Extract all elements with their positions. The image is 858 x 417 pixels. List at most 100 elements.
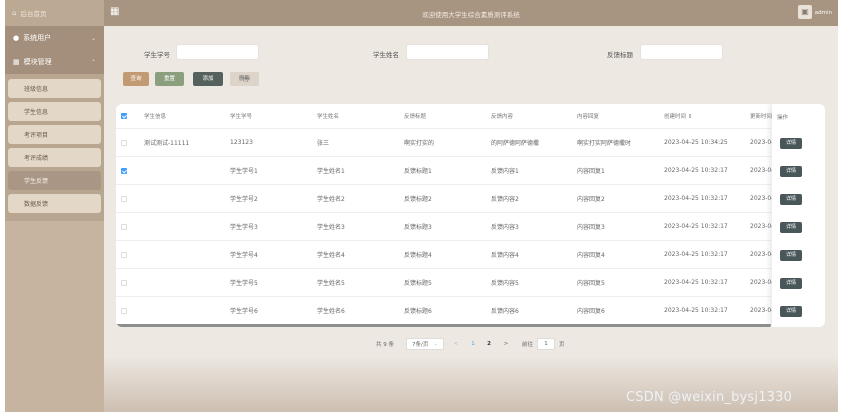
sidebar-group-modules[interactable]: ▦ 模块管理 ⌃	[5, 50, 104, 74]
sidebar-item-student-feedback[interactable]: 学生反馈	[8, 171, 101, 190]
horizontal-scrollbar[interactable]	[116, 324, 771, 327]
table-header-row: 学生信息 学生学号 学生姓名 反馈标题 反馈内容 内容回复 创建时间 ⇕ 更新时…	[116, 104, 773, 129]
detail-button[interactable]: 详情	[780, 194, 802, 205]
watermark: CSDN @weixin_bysj1330	[626, 390, 793, 405]
table-cell-created: 2023-04-25 10:32:17	[664, 251, 728, 258]
table-cell-created: 2023-04-25 10:32:17	[664, 307, 728, 314]
home-icon: ⌂	[12, 9, 17, 17]
sidebar-item-student-info[interactable]: 学生信息	[8, 102, 101, 121]
detail-button[interactable]: 详情	[780, 250, 802, 261]
table-cell-created: 2023-04-25 10:32:17	[664, 195, 728, 202]
column-header: 反馈内容	[491, 114, 514, 120]
table-cell-title: 反馈标题2	[404, 196, 432, 203]
column-header: 学生学号	[230, 114, 253, 120]
reset-button[interactable]: 重置	[155, 72, 184, 86]
table-row[interactable]: 学生学号6 学生姓名6 反馈标题6 反馈内容6 内容回复6 2023-04-25 10:3…	[116, 297, 775, 325]
detail-button[interactable]: 详情	[780, 138, 802, 149]
avatar[interactable]: ▣	[798, 5, 812, 19]
table-cell-reply: 啊实打实阿萨德撒时	[577, 140, 632, 147]
detail-button[interactable]: 详情	[780, 306, 802, 317]
main-content: 学生学号 学生姓名 反馈标题 查询 重置 添加 删除 ☝ 学生信息 学生学号 学…	[104, 26, 838, 412]
column-header: 操作	[777, 115, 789, 121]
table-cell-created: 2023-04-25 10:32:17	[664, 223, 728, 230]
select-all-checkbox[interactable]	[121, 113, 127, 119]
sidebar-group-label: 系统用户	[23, 34, 52, 42]
row-checkbox[interactable]	[121, 280, 127, 286]
table-cell-no: 学生学号4	[230, 252, 258, 259]
table-row[interactable]: 学生学号3 学生姓名3 反馈标题3 反馈内容3 内容回复3 2023-04-25 10:3…	[116, 213, 775, 241]
table-cell-reply: 内容回复4	[577, 252, 605, 259]
goto-page-input[interactable]: 1	[537, 338, 555, 350]
sidebar-home[interactable]: ⌂ 后台首页	[5, 0, 104, 26]
sidebar-item-data-feedback[interactable]: 数据反馈	[8, 194, 101, 213]
table-cell-created: 2023-04-25 10:34:25	[664, 139, 728, 146]
page-size-select[interactable]: 7条/页 ⌄	[406, 338, 444, 350]
table-cell-content: 反馈内容4	[491, 252, 519, 259]
table-cell-reply: 内容回复1	[577, 168, 605, 175]
table-cell-title: 反馈标题1	[404, 168, 432, 175]
top-header: ▦ 欢迎使用大学生综合素质测评系统 ▣ admin	[104, 0, 838, 26]
detail-button[interactable]: 详情	[780, 222, 802, 233]
sidebar-submenu: 班级信息 学生信息 考评项目 考评成绩 学生反馈 数据反馈	[5, 74, 104, 221]
table-cell-content: 反馈内容1	[491, 168, 519, 175]
page-number[interactable]: 2	[484, 338, 494, 350]
table-cell-info: 测试测试-11111	[144, 140, 190, 147]
search-button[interactable]: 查询	[123, 72, 149, 86]
row-checkbox[interactable]	[121, 196, 127, 202]
page-number-current[interactable]: 1	[468, 338, 478, 350]
row-checkbox[interactable]	[121, 168, 127, 174]
table-cell-no: 123123	[230, 139, 253, 146]
table-cell-content: 反馈内容5	[491, 280, 519, 287]
prev-page-button[interactable]: <	[451, 338, 461, 350]
table-cell-reply: 内容回复5	[577, 280, 605, 287]
student-name-input[interactable]	[406, 44, 489, 60]
column-header: 反馈标题	[404, 114, 427, 120]
table-cell-name: 学生姓名2	[317, 196, 345, 203]
mouse-pointer-icon: ☝	[243, 75, 249, 85]
column-header: 更新时间	[750, 114, 773, 120]
page-size-value: 7条/页	[412, 342, 429, 348]
sidebar-group-system-users[interactable]: ● 系统用户 ⌄	[5, 26, 104, 50]
table-cell-no: 学生学号6	[230, 308, 258, 315]
operations-column: 操作 详情 详情 详情 详情 详情 详情 详情	[772, 104, 825, 327]
table-cell-name: 学生姓名4	[317, 252, 345, 259]
username[interactable]: admin	[815, 10, 832, 16]
next-page-button[interactable]: >	[501, 338, 511, 350]
table-row[interactable]: 学生学号2 学生姓名2 反馈标题2 反馈内容2 内容回复2 2023-04-25 10:3…	[116, 185, 775, 213]
table-cell-name: 张三	[317, 140, 330, 147]
table-cell-created: 2023-04-25 10:32:17	[664, 167, 728, 174]
user-icon: ●	[13, 34, 20, 42]
student-no-label: 学生学号	[144, 51, 170, 59]
sidebar-home-label: 后台首页	[20, 10, 47, 18]
table-row[interactable]: 学生学号5 学生姓名5 反馈标题5 反馈内容5 内容回复5 2023-04-25 10:3…	[116, 269, 775, 297]
sidebar-item-eval-scores[interactable]: 考评成绩	[8, 148, 101, 167]
goto-suffix: 页	[559, 342, 565, 348]
detail-button[interactable]: 详情	[780, 166, 802, 177]
add-button[interactable]: 添加	[193, 72, 223, 86]
detail-button[interactable]: 详情	[780, 278, 802, 289]
table-row[interactable]: 学生学号4 学生姓名4 反馈标题4 反馈内容4 内容回复4 2023-04-25 10:3…	[116, 241, 775, 269]
chevron-down-icon: ⌄	[90, 34, 96, 42]
sidebar-item-label: 考评成绩	[24, 155, 49, 162]
table-cell-name: 学生姓名1	[317, 168, 345, 175]
table-cell-content: 的阿萨德阿萨德撒	[491, 140, 540, 147]
sidebar-item-label: 学生信息	[24, 109, 49, 116]
sidebar: ⌂ 后台首页 ● 系统用户 ⌄ ▦ 模块管理 ⌃ 班级信息 学生信息 考评项目 …	[5, 0, 104, 412]
column-header: 内容回复	[577, 114, 600, 120]
sidebar-item-label: 学生反馈	[24, 178, 49, 185]
row-checkbox[interactable]	[121, 224, 127, 230]
feedback-title-input[interactable]	[640, 44, 723, 60]
table-cell-title: 反馈标题5	[404, 280, 432, 287]
row-checkbox[interactable]	[121, 252, 127, 258]
table-row[interactable]: 测试测试-11111 123123 张三 啊实打实的 的阿萨德阿萨德撒 啊实打实阿萨德撒时…	[116, 129, 775, 157]
created-time-header[interactable]: 创建时间 ⇕	[664, 104, 692, 128]
student-no-input[interactable]	[176, 44, 259, 60]
row-checkbox[interactable]	[121, 140, 127, 146]
sidebar-item-class-info[interactable]: 班级信息	[8, 79, 101, 98]
table-cell-reply: 内容回复3	[577, 224, 605, 231]
table-cell-content: 反馈内容3	[491, 224, 519, 231]
table-cell-name: 学生姓名3	[317, 224, 345, 231]
table-row[interactable]: 学生学号1 学生姓名1 反馈标题1 反馈内容1 内容回复1 2023-04-25 10:3…	[116, 157, 775, 185]
row-checkbox[interactable]	[121, 308, 127, 314]
sidebar-item-eval-items[interactable]: 考评项目	[8, 125, 101, 144]
